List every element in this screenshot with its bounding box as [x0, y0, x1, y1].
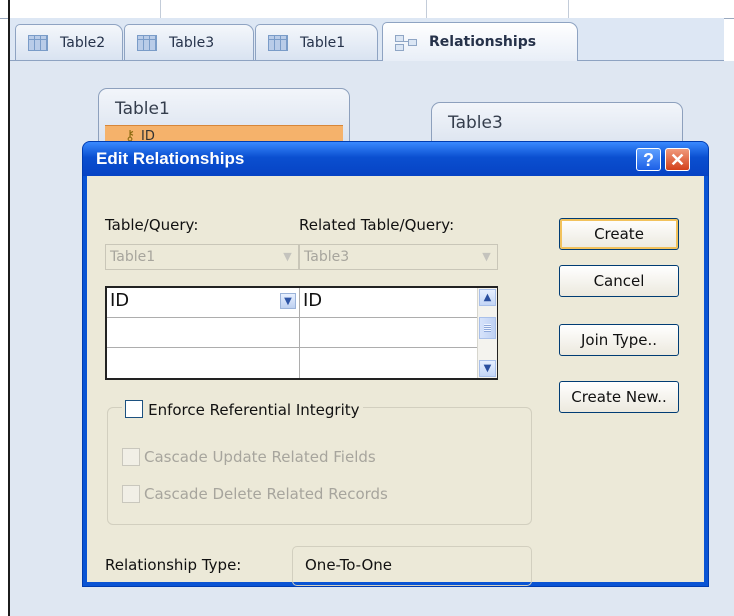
table-title: Table3 — [448, 113, 503, 133]
create-new-button[interactable]: Create New.. — [559, 381, 679, 413]
chevron-down-icon[interactable]: ▼ — [280, 293, 296, 309]
chevron-down-icon: ▼ — [283, 250, 292, 263]
related-field-cell[interactable] — [303, 319, 473, 346]
relationship-type-label: Relationship Type: — [105, 556, 242, 574]
select-value: Table3 — [304, 249, 350, 265]
grid-row-divider — [107, 347, 477, 348]
cell-value: ID — [110, 290, 130, 311]
enforce-integrity-checkbox[interactable] — [125, 399, 143, 418]
primary-field-cell[interactable] — [110, 349, 298, 376]
ribbon-separator — [568, 0, 569, 18]
relationship-type-value: One-To-One — [305, 556, 393, 574]
chevron-down-icon: ▼ — [482, 250, 491, 263]
grid-column-divider — [299, 288, 300, 378]
ribbon-separator — [426, 0, 427, 18]
join-type-button[interactable]: Join Type.. — [559, 324, 679, 356]
table-title: Table1 — [115, 99, 170, 119]
edit-relationships-dialog: Edit Relationships ? ✕ Table/Query: Rela… — [82, 141, 709, 587]
referential-integrity-group — [107, 407, 532, 525]
access-window: Table2 Table3 Table1 Relationships Table… — [0, 0, 734, 616]
tab-table1[interactable]: Table1 — [255, 24, 378, 60]
table-query-label: Table/Query: — [105, 216, 199, 234]
ribbon-separator — [160, 0, 161, 18]
table-icon — [268, 34, 288, 51]
enforce-integrity-label: Enforce Referential Integrity — [148, 400, 360, 419]
primary-field-cell[interactable]: ID ▼ — [110, 290, 298, 317]
scrollbar-thumb[interactable] — [479, 317, 496, 339]
field-mapping-grid[interactable]: ID ▼ ID ▲ ▼ — [105, 286, 498, 380]
grid-row-divider — [107, 317, 477, 318]
table-icon — [28, 34, 48, 51]
primary-field-cell[interactable] — [110, 319, 298, 346]
dialog-body: Table/Query: Related Table/Query: Table1… — [87, 176, 704, 586]
tab-relationships[interactable]: Relationships — [382, 22, 578, 61]
tab-table3[interactable]: Table3 — [124, 24, 254, 60]
select-value: Table1 — [110, 249, 156, 265]
related-table-query-select: Table3 ▼ — [299, 244, 498, 270]
tab-label: Table1 — [300, 34, 346, 51]
cascade-delete-checkbox — [122, 485, 140, 503]
enforce-integrity-option[interactable]: Enforce Referential Integrity — [122, 399, 363, 419]
relationships-icon — [395, 33, 417, 51]
table-icon — [137, 34, 157, 51]
cascade-update-label: Cascade Update Related Fields — [144, 448, 376, 466]
dialog-title: Edit Relationships — [96, 149, 245, 168]
tab-label: Relationships — [429, 34, 537, 50]
dialog-title-bar[interactable]: Edit Relationships ? ✕ — [83, 142, 708, 176]
tab-table2[interactable]: Table2 — [15, 24, 123, 60]
tab-label: Table2 — [60, 34, 106, 51]
cascade-update-checkbox — [122, 448, 140, 466]
grid-scrollbar[interactable]: ▲ ▼ — [477, 288, 497, 378]
table-query-select: Table1 ▼ — [105, 244, 299, 270]
ribbon-bottom-strip — [0, 0, 734, 19]
relationship-type-box: One-To-One — [292, 546, 532, 586]
related-field-cell[interactable]: ID — [303, 290, 473, 317]
scroll-up-icon[interactable]: ▲ — [479, 289, 496, 306]
related-field-cell[interactable] — [303, 349, 473, 376]
related-table-query-label: Related Table/Query: — [299, 216, 455, 234]
cancel-button[interactable]: Cancel — [559, 265, 679, 297]
help-icon[interactable]: ? — [636, 148, 661, 171]
create-button[interactable]: Create — [559, 218, 679, 250]
cascade-delete-label: Cascade Delete Related Records — [144, 485, 388, 503]
scroll-down-icon[interactable]: ▼ — [479, 360, 496, 377]
close-icon[interactable]: ✕ — [665, 148, 690, 171]
cell-value: ID — [303, 290, 323, 311]
tab-label: Table3 — [169, 34, 215, 51]
